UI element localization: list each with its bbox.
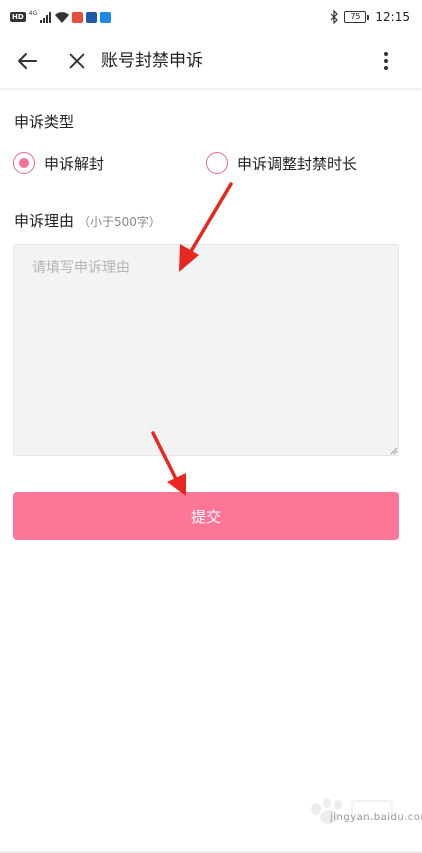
arrow-left-icon[interactable] [16,49,40,73]
status-bar: HD 4G 75 12:15 [0,0,422,34]
reason-length-hint: （小于500字） [78,215,161,229]
hd-badge: HD [10,12,26,22]
app-notification-icon [86,11,98,23]
app-notification-icon [72,11,84,23]
reason-textarea[interactable] [13,244,399,456]
appeal-type-label: 申诉类型 [14,113,75,131]
bluetooth-icon [330,10,339,24]
wifi-icon [55,11,70,23]
radio-option-unban[interactable]: 申诉解封 [13,152,104,174]
nav-bar: 账号封禁申诉 [0,34,422,88]
watermark-text: jingyan.baidu.com [330,812,422,823]
app-notification-icon [100,11,112,23]
radio-label: 申诉调整封禁时长 [237,154,358,173]
page-title: 账号封禁申诉 [101,51,203,71]
radio-option-adjust-duration[interactable]: 申诉调整封禁时长 [206,152,357,174]
radio-dot [19,158,29,168]
appeal-reason-label: 申诉理由 （小于500字） [14,210,161,231]
close-icon[interactable] [66,49,88,73]
radio-label: 申诉解封 [44,154,105,173]
clock: 12:15 [375,10,410,24]
more-vertical-icon[interactable] [374,49,398,73]
resize-grip-icon[interactable] [390,447,398,455]
radio-button[interactable] [206,152,228,174]
radio-button-selected[interactable] [13,152,35,174]
status-icons-left: HD 4G [10,10,112,24]
status-icons-right: 75 12:15 [330,9,410,25]
network-type: 4G [28,10,38,17]
submit-button[interactable]: 提交 [13,492,399,540]
battery-icon: 75 [344,11,370,23]
reason-label-text: 申诉理由 [14,212,75,230]
signal-icon [40,11,52,23]
battery-level: 75 [344,11,367,23]
